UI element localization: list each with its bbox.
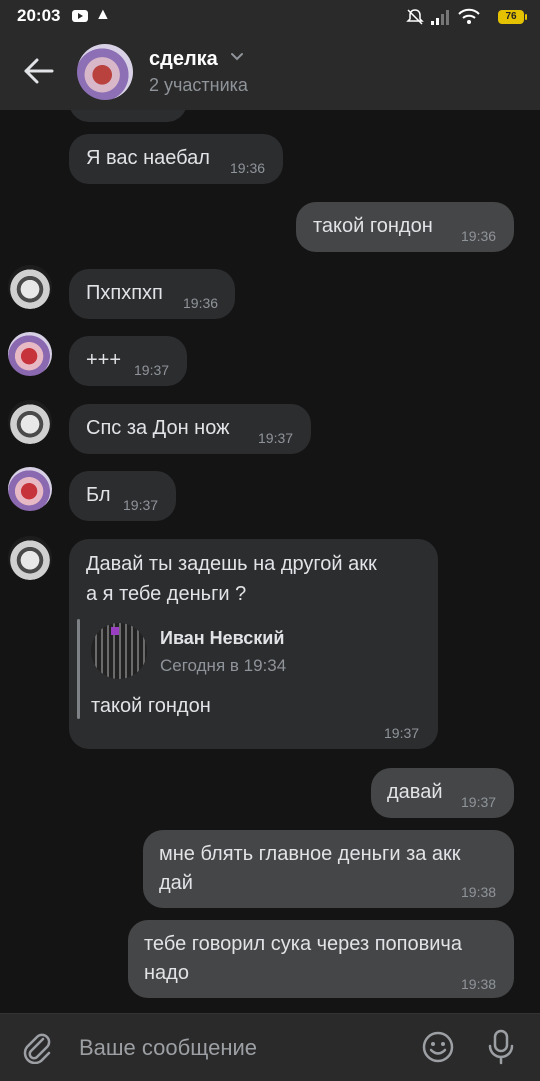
message-text: Бл — [86, 484, 111, 506]
message-list[interactable]: Я вас наебал 19:36 такой гондон 19:36 Пх… — [0, 110, 540, 1013]
warning-icon: ▲ — [95, 6, 111, 23]
message-time: 19:37 — [123, 497, 159, 513]
reply-author-avatar — [91, 623, 147, 679]
message-time: 19:37 — [134, 362, 170, 378]
message-bubble-outgoing[interactable]: тебе говорил сука через поповича надо 19… — [128, 920, 514, 998]
message-bubble-with-reply[interactable]: Давай ты задешь на другой акк а я тебе д… — [69, 539, 438, 749]
message-bubble[interactable]: Я вас наебал 19:36 — [69, 134, 283, 184]
back-arrow-icon[interactable] — [22, 56, 56, 86]
message-bubble[interactable]: Бл 19:37 — [69, 471, 176, 521]
message-bubble-outgoing[interactable]: давай 19:37 — [371, 768, 514, 818]
message-text-line2: дай — [159, 872, 193, 894]
message-text: Спс за Дон нож — [86, 417, 230, 439]
message-time: 19:36 — [461, 228, 497, 244]
message-bubble-outgoing[interactable]: мне блять главное деньги за акк дай 19:3… — [143, 830, 514, 908]
sender-avatar[interactable] — [8, 400, 52, 444]
battery-icon: 76 — [498, 10, 527, 24]
message-input-bar: Ваше сообщение — [0, 1013, 540, 1081]
message-text-line1: мне блять главное деньги за акк — [159, 843, 461, 865]
message-bubble-outgoing[interactable]: такой гондон 19:36 — [296, 202, 514, 252]
message-time: 19:36 — [183, 295, 219, 311]
wifi-icon — [458, 8, 480, 24]
message-text: +++ — [86, 349, 122, 371]
message-time: 19:37 — [384, 725, 420, 741]
reply-quote-bar — [77, 619, 80, 719]
message-text-line2: а я тебе деньги ? — [86, 583, 247, 605]
message-text-line2: надо — [144, 962, 189, 984]
status-time: 20:03 — [17, 6, 61, 25]
signal-icon — [431, 10, 449, 25]
chat-title[interactable]: сделка — [149, 48, 218, 71]
message-text: такой гондон — [313, 215, 433, 237]
sender-avatar[interactable] — [8, 332, 52, 376]
message-bubble[interactable]: Спс за Дон нож 19:37 — [69, 404, 311, 454]
message-time: 19:38 — [461, 884, 497, 900]
message-time: 19:38 — [461, 976, 497, 992]
sender-avatar[interactable] — [8, 265, 52, 309]
chat-avatar[interactable] — [77, 44, 133, 100]
sender-avatar[interactable] — [8, 536, 52, 580]
message-bubble[interactable]: Пхпхпхп 19:36 — [69, 269, 235, 319]
reply-text: такой гондон — [91, 695, 211, 717]
paperclip-icon[interactable] — [22, 1030, 52, 1064]
participants-count: 2 участника — [149, 75, 248, 95]
message-bubble[interactable]: +++ 19:37 — [69, 336, 187, 386]
message-input[interactable]: Ваше сообщение — [79, 1035, 257, 1061]
reply-date: Сегодня в 19:34 — [160, 656, 287, 675]
chevron-down-icon[interactable] — [230, 52, 244, 62]
message-text: давай — [387, 781, 443, 803]
message-text-line1: Давай ты задешь на другой акк — [86, 553, 377, 575]
message-time: 19:37 — [258, 430, 294, 446]
message-text-line1: тебе говорил сука через поповича — [144, 933, 462, 955]
sender-avatar[interactable] — [8, 467, 52, 511]
microphone-icon[interactable] — [486, 1028, 516, 1066]
reply-author-name: Иван Невский — [160, 628, 285, 648]
message-text: Пхпхпхп — [86, 282, 163, 304]
emoji-icon[interactable] — [421, 1030, 455, 1064]
chat-header: сделка 2 участника — [0, 34, 540, 110]
status-bar: 20:03 ▲ 76 — [0, 0, 540, 34]
youtube-notification-icon — [72, 10, 88, 22]
message-time: 19:36 — [230, 160, 266, 176]
message-time: 19:37 — [461, 794, 497, 810]
message-bubble-partial[interactable] — [69, 110, 187, 122]
mute-icon — [406, 9, 424, 25]
message-text: Я вас наебал — [86, 147, 210, 169]
